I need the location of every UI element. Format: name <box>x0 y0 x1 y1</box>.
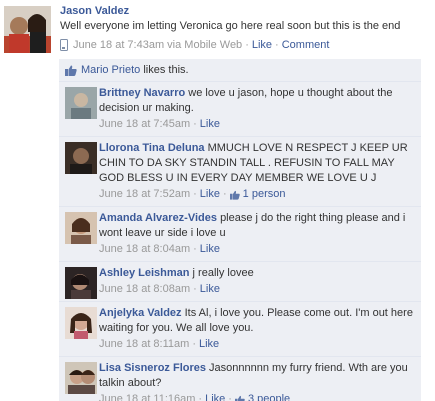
comment-like-button[interactable]: Like <box>200 242 220 257</box>
comment-item: Llorona Tina Deluna MMUCH LOVE N RESPECT… <box>59 137 421 207</box>
comment-text: j really lovee <box>192 267 254 279</box>
comment-like-count[interactable]: 1 person <box>243 187 286 202</box>
comment-item: Anjelyka Valdez Its Al, i love you. Plea… <box>59 302 421 357</box>
thumbs-up-icon <box>229 190 240 200</box>
commenter-avatar[interactable] <box>65 362 97 394</box>
comment-timestamp[interactable]: June 18 at 7:52am <box>99 187 190 202</box>
separator: · <box>275 39 279 51</box>
comment-like-button[interactable]: Like <box>205 392 225 401</box>
separator: · <box>193 243 197 255</box>
separator: · <box>193 283 197 295</box>
story-post: Jason Valdez Well everyone im letting Ve… <box>0 0 435 60</box>
separator: · <box>245 39 249 51</box>
comment-item: Lisa Sisneroz Flores Jasonnnnnn my furry… <box>59 357 421 401</box>
separator: · <box>193 188 197 200</box>
comment-like-button[interactable]: Like <box>200 282 220 297</box>
commenter-avatar[interactable] <box>65 142 97 174</box>
commenter-avatar[interactable] <box>65 87 97 119</box>
comment-item: Amanda Alvarez-Vides please j do the rig… <box>59 207 421 262</box>
thumbs-up-icon <box>234 395 245 401</box>
separator: · <box>222 188 227 200</box>
separator: · <box>192 338 196 350</box>
post-meta: June 18 at 7:43am via Mobile Web · Like … <box>60 39 329 51</box>
post-author-name[interactable]: Jason Valdez <box>60 5 129 17</box>
post-message: Well everyone im letting Veronica go her… <box>60 20 401 32</box>
comment-author[interactable]: Ashley Leishman <box>99 267 189 279</box>
author-avatar[interactable] <box>4 6 51 53</box>
comment-like-button[interactable]: Like <box>200 117 220 132</box>
comment-author[interactable]: Brittney Navarro <box>99 87 185 99</box>
separator: · <box>193 118 197 130</box>
comment-author[interactable]: Anjelyka Valdez <box>99 307 182 319</box>
comment-timestamp[interactable]: June 18 at 8:04am <box>99 242 190 257</box>
comment-like-button[interactable]: Like <box>200 187 220 202</box>
likes-suffix: likes this. <box>140 64 189 76</box>
feedback-panel: Mario Prieto likes this. Brittney Navarr… <box>59 59 421 401</box>
liker-name[interactable]: Mario Prieto <box>81 64 140 76</box>
comment-like-button[interactable]: Like <box>199 337 219 352</box>
comment-author[interactable]: Lisa Sisneroz Flores <box>99 362 206 374</box>
separator: · <box>198 393 203 401</box>
comment-author[interactable]: Llorona Tina Deluna <box>99 142 205 154</box>
comment-button[interactable]: Comment <box>282 39 330 51</box>
comment-author[interactable]: Amanda Alvarez-Vides <box>99 212 217 224</box>
comment-timestamp[interactable]: June 18 at 8:08am <box>99 282 190 297</box>
mobile-phone-icon <box>60 39 68 51</box>
like-button[interactable]: Like <box>252 39 272 51</box>
post-timestamp[interactable]: June 18 at 7:43am via Mobile Web <box>73 39 242 51</box>
comment-item: Ashley Leishman j really lovee June 18 a… <box>59 262 421 302</box>
separator: · <box>228 393 232 401</box>
likes-summary: Mario Prieto likes this. <box>59 59 421 82</box>
thumbs-up-icon <box>65 65 77 76</box>
comment-timestamp[interactable]: June 18 at 11:16am <box>99 392 195 401</box>
commenter-avatar[interactable] <box>65 212 97 244</box>
commenter-avatar[interactable] <box>65 307 97 339</box>
comment-timestamp[interactable]: June 18 at 7:45am <box>99 117 190 132</box>
comment-like-count[interactable]: 3 people <box>248 392 290 401</box>
commenter-avatar[interactable] <box>65 267 97 299</box>
comment-timestamp[interactable]: June 18 at 8:11am <box>99 337 189 352</box>
comment-item: Brittney Navarro we love u jason, hope u… <box>59 82 421 137</box>
